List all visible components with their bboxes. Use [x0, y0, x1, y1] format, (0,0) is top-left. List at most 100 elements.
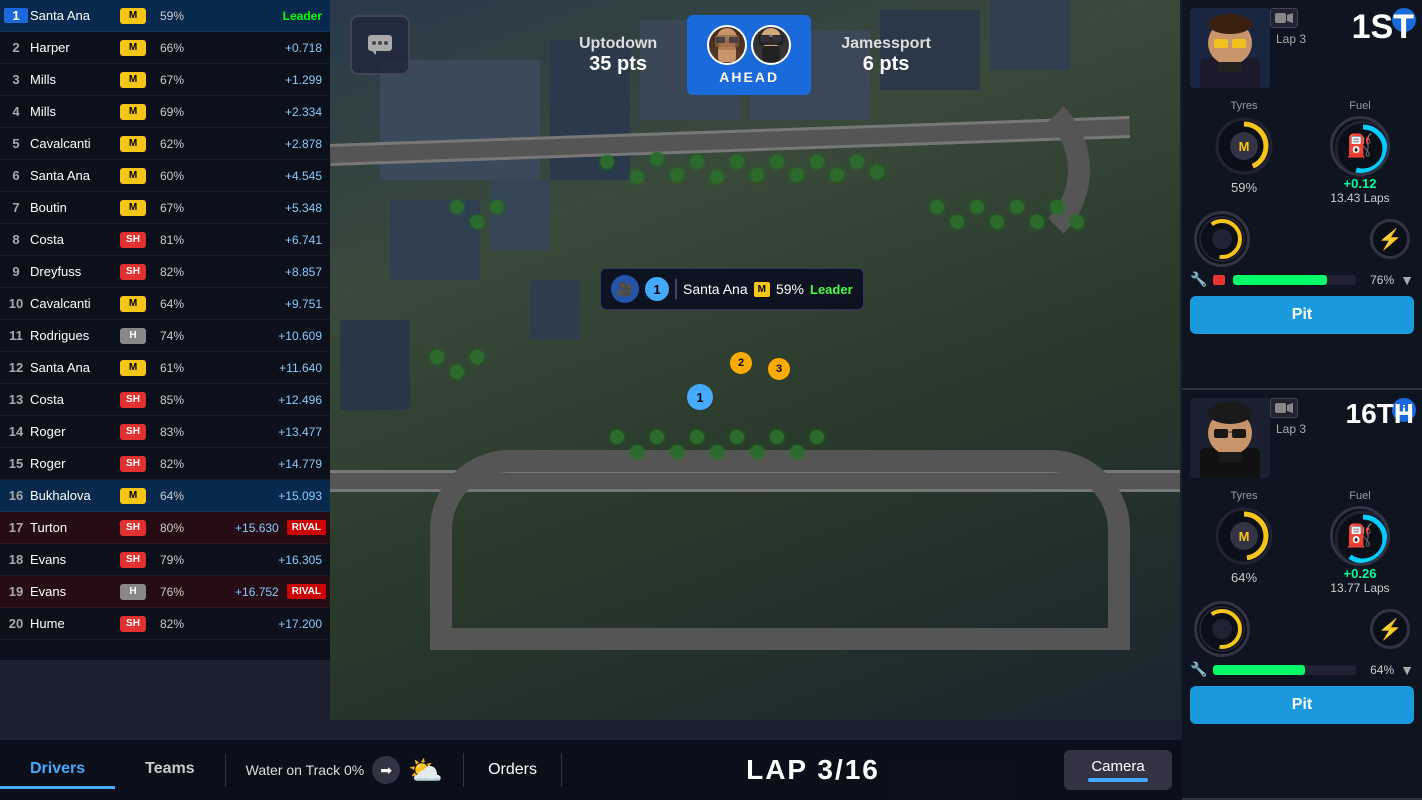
- driver2-avatar: [1190, 398, 1270, 478]
- position-number: 6: [4, 168, 28, 183]
- table-row[interactable]: 14 Roger SH 83% +13.477: [0, 416, 330, 448]
- orders-button[interactable]: Orders: [463, 753, 562, 787]
- table-row[interactable]: 10 Cavalcanti M 64% +9.751: [0, 288, 330, 320]
- table-row[interactable]: 18 Evans SH 79% +16.305: [0, 544, 330, 576]
- position-number: 8: [4, 232, 28, 247]
- driver2-tyres-label: Tyres: [1231, 490, 1258, 502]
- driver-name: Hume: [30, 616, 118, 631]
- table-row[interactable]: 15 Roger SH 82% +14.779: [0, 448, 330, 480]
- table-row[interactable]: 3 Mills M 67% +1.299: [0, 64, 330, 96]
- position-number: 16: [4, 488, 28, 503]
- driver2-video-icon[interactable]: [1270, 398, 1298, 418]
- tab-teams[interactable]: Teams: [115, 752, 225, 789]
- chat-button[interactable]: [350, 15, 410, 75]
- table-row[interactable]: 19 Evans H 76% +16.752 RIVAL: [0, 576, 330, 608]
- table-row[interactable]: 11 Rodrigues H 74% +10.609: [0, 320, 330, 352]
- table-row[interactable]: 8 Costa SH 81% +6.741: [0, 224, 330, 256]
- tyre-badge: H: [120, 584, 146, 600]
- gap-time: +12.496: [184, 393, 326, 407]
- lap-counter: LAP 3/16: [562, 754, 1064, 786]
- tyre-badge: SH: [120, 552, 146, 568]
- tyre-wear: 64%: [148, 297, 184, 311]
- gap-time: +15.630: [184, 521, 283, 535]
- track-view: 1 2 3: [330, 0, 1180, 720]
- table-row[interactable]: 6 Santa Ana M 60% +4.545: [0, 160, 330, 192]
- driver2-fuel-plus: +0.26: [1344, 566, 1377, 581]
- driver1-fuel-label: Fuel: [1349, 100, 1370, 112]
- table-row[interactable]: 1 Santa Ana M 59% Leader: [0, 0, 330, 32]
- table-row[interactable]: 13 Costa SH 85% +12.496: [0, 384, 330, 416]
- table-row[interactable]: 16 Bukhalova M 64% +15.093: [0, 480, 330, 512]
- gap-time: +14.779: [184, 457, 326, 471]
- driver2-fuel: Fuel ⛽ +0.26 13.77 Laps: [1306, 490, 1414, 595]
- right-panel: i Lap 3 1ST Tyres M: [1182, 0, 1422, 800]
- tyre-wear: 82%: [148, 457, 184, 471]
- tyre-wear: 69%: [148, 105, 184, 119]
- tyre-badge: M: [120, 136, 146, 152]
- driver2-fuel-gauge: ⛽: [1330, 506, 1390, 566]
- gap-time: +16.752: [184, 585, 283, 599]
- position-number: 15: [4, 456, 28, 471]
- table-row[interactable]: 7 Boutin M 67% +5.348: [0, 192, 330, 224]
- tyre-wear: 61%: [148, 361, 184, 375]
- table-row[interactable]: 5 Cavalcanti M 62% +2.878: [0, 128, 330, 160]
- driver2-position: 16TH: [1346, 398, 1414, 430]
- tyre-badge: SH: [120, 520, 146, 536]
- position-number: 13: [4, 392, 28, 407]
- tyre-wear: 66%: [148, 41, 184, 55]
- tyre-badge: M: [120, 40, 146, 56]
- driver1-video-icon[interactable]: [1270, 8, 1298, 28]
- driver-name: Boutin: [30, 200, 118, 215]
- position-number: 20: [4, 616, 28, 631]
- driver-name: Turton: [30, 520, 118, 535]
- tyre-badge: SH: [120, 392, 146, 408]
- water-section: Water on Track 0% ➡ ⛅: [225, 754, 463, 787]
- table-row[interactable]: 2 Harper M 66% +0.718: [0, 32, 330, 64]
- table-row[interactable]: 20 Hume SH 82% +17.200: [0, 608, 330, 640]
- driver2-pit-button[interactable]: Pit: [1190, 686, 1414, 724]
- tyre-wear: 82%: [148, 265, 184, 279]
- driver2-repair-bar: [1213, 665, 1356, 675]
- driver1-wrench-icon: 🔧: [1190, 271, 1207, 288]
- tyre-wear: 74%: [148, 329, 184, 343]
- driver1-tyres-label: Tyres: [1231, 100, 1258, 112]
- table-row[interactable]: 17 Turton SH 80% +15.630 RIVAL: [0, 512, 330, 544]
- driver2-speedometer: [1194, 601, 1250, 657]
- tyre-badge: M: [120, 200, 146, 216]
- camera-slider[interactable]: [1088, 778, 1148, 782]
- driver-name: Costa: [30, 392, 118, 407]
- driver2-tyre-pct: 64%: [1231, 570, 1257, 585]
- driver1-lightning-icon: ⚡: [1370, 219, 1410, 259]
- driver-name: Evans: [30, 552, 118, 567]
- driver-name: Dreyfuss: [30, 264, 118, 279]
- driver2-repair-pct: 64%: [1362, 663, 1394, 677]
- driver1-tyre-pct: 59%: [1231, 180, 1257, 195]
- driver2-tyres: Tyres M 64%: [1190, 490, 1298, 595]
- driver1-repair-pct: 76%: [1362, 273, 1394, 287]
- position-number: 1: [4, 8, 28, 23]
- gap-time: +6.741: [184, 233, 326, 247]
- water-arrow-icon[interactable]: ➡: [372, 756, 400, 784]
- tyre-badge: SH: [120, 456, 146, 472]
- driver1-pit-button[interactable]: Pit: [1190, 296, 1414, 334]
- table-row[interactable]: 12 Santa Ana M 61% +11.640: [0, 352, 330, 384]
- leaderboard-panel: 1 Santa Ana M 59% Leader 2 Harper M 66% …: [0, 0, 330, 660]
- damage-indicator: [1213, 275, 1225, 285]
- table-row[interactable]: 4 Mills M 69% +2.334: [0, 96, 330, 128]
- camera-button[interactable]: Camera: [1064, 750, 1172, 790]
- driver1-speedometer: [1194, 211, 1250, 267]
- driver2-repair-row: 🔧 64% ▼: [1182, 659, 1422, 682]
- driver1-tyre-gauge: M: [1214, 116, 1274, 176]
- svg-text:M: M: [1239, 139, 1250, 154]
- car-marker-1: 1: [687, 384, 713, 410]
- tyre-badge: M: [120, 360, 146, 376]
- driver-name: Santa Ana: [30, 8, 118, 23]
- camera-label: Camera: [1091, 758, 1144, 775]
- tab-drivers[interactable]: Drivers: [0, 752, 115, 789]
- tyre-wear: 82%: [148, 617, 184, 631]
- driver-name: Costa: [30, 232, 118, 247]
- driver-name: Santa Ana: [30, 360, 118, 375]
- driver2-card: i Lap 3 16TH Tyres M 64%: [1182, 390, 1422, 800]
- driver2-speedo-row: ⚡: [1182, 599, 1422, 659]
- table-row[interactable]: 9 Dreyfuss SH 82% +8.857: [0, 256, 330, 288]
